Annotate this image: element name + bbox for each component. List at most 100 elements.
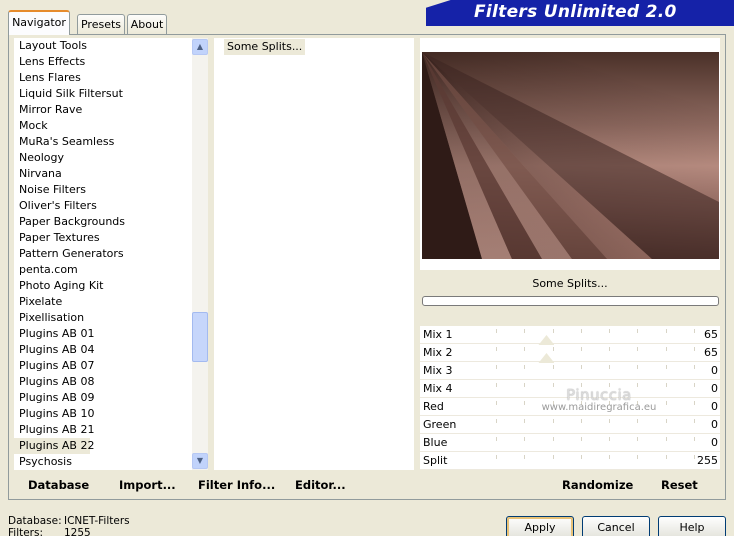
app-title: Filters Unlimited 2.0 [474,2,677,22]
category-item[interactable]: Noise Filters [14,182,192,198]
slider-label: Red [423,400,444,413]
slider-tick [580,383,582,387]
slider-tick [496,365,497,369]
slider-row[interactable]: Red 0 [420,398,720,416]
category-item[interactable]: Neology [14,150,192,166]
category-scrollbar[interactable]: ▲ ▼ [192,38,208,470]
slider-tick [580,437,582,441]
slider-row[interactable]: Mix 4 0 [420,380,720,398]
slider-tick [665,347,667,351]
category-item[interactable]: Mock [14,118,192,134]
slider-row[interactable]: Blue 0 [420,434,720,452]
scroll-down-icon[interactable]: ▼ [192,453,208,469]
scroll-up-icon[interactable]: ▲ [192,39,208,55]
slider-tick [665,419,667,423]
category-item[interactable]: Liquid Silk Filtersut [14,86,192,102]
slider-tick [694,419,695,423]
slider-row[interactable]: Mix 3 0 [420,362,720,380]
preview-filter-name: Some Splits... [420,272,720,296]
slider-label: Blue [423,436,448,449]
slider-tick [637,401,639,405]
slider-row[interactable]: Split 255 [420,452,720,470]
slider-tick [609,455,611,459]
preview-splits-graphic [422,52,719,259]
category-item[interactable]: Photo Aging Kit [14,278,192,294]
category-item[interactable]: Nirvana [14,166,192,182]
slider-value: 0 [711,364,718,377]
slider-value: 0 [711,400,718,413]
slider-label: Mix 4 [423,382,453,395]
tab-presets[interactable]: Presets [77,14,125,34]
slider-tick [496,401,497,405]
filter-info-button[interactable]: Filter Info... [198,478,275,492]
slider-label: Split [423,454,448,467]
scroll-thumb[interactable] [192,312,208,362]
slider-tick [552,329,554,333]
slider-tick [665,455,667,459]
filter-item-some-splits[interactable]: Some Splits... [224,39,306,55]
editor-button[interactable]: Editor... [295,478,346,492]
category-item[interactable]: Oliver's Filters [14,198,192,214]
slider-tick [694,347,695,351]
slider-tick [524,455,526,459]
category-item[interactable]: Paper Textures [14,230,192,246]
import-button[interactable]: Import... [119,478,176,492]
category-item[interactable]: Plugins AB 04 [14,342,192,358]
slider-tick [609,383,611,387]
category-item[interactable]: Plugins AB 07 [14,358,192,374]
slider-tick [524,347,526,351]
slider-tick [524,365,526,369]
slider-tick [637,437,639,441]
database-button[interactable]: Database [28,478,89,492]
category-item[interactable]: Plugins AB 09 [14,390,192,406]
category-item[interactable]: Pixellisation [14,310,192,326]
slider-label: Green [423,418,457,431]
category-item[interactable]: penta.com [14,262,192,278]
slider-tick [524,383,526,387]
slider-tick [552,455,554,459]
slider-label: Mix 3 [423,364,453,377]
category-item[interactable]: Plugins AB 08 [14,374,192,390]
slider-row[interactable]: Mix 2 65 [420,344,720,363]
slider-tick [637,329,639,333]
filters-label: Filters: [8,527,44,536]
category-item[interactable]: Paper Backgrounds [14,214,192,230]
slider-tick [552,437,554,441]
slider-tick [524,419,526,423]
category-item[interactable]: Pixelate [14,294,192,310]
slider-tick [694,401,695,405]
category-item[interactable]: MuRa's Seamless [14,134,192,150]
slider-tick [496,419,497,423]
slider-tick [609,419,611,423]
category-item[interactable]: Layout Tools [14,38,192,54]
filter-list[interactable]: Some Splits... [214,38,414,470]
slider-tick [637,419,639,423]
category-list[interactable]: Layout Tools Lens Effects Lens Flares Liqui… [14,38,192,470]
slider-tick [609,347,611,351]
slider-tick [580,365,582,369]
slider-tick [580,347,582,351]
tab-navigator[interactable]: Navigator [8,10,70,35]
slider-row[interactable]: Green 0 [420,416,720,434]
tab-about[interactable]: About [127,14,167,34]
category-item[interactable]: Plugins AB 21 [14,422,192,438]
slider-tick [552,347,554,351]
category-item[interactable]: Lens Effects [14,54,192,70]
apply-button[interactable]: Apply [506,516,574,536]
progress-bar [422,296,719,306]
category-item[interactable]: Pattern Generators [14,246,192,262]
category-item[interactable]: Plugins AB 10 [14,406,192,422]
help-button[interactable]: Help [658,516,726,536]
list-actions: Database Import... Filter Info... Editor… [14,474,414,496]
slider-tick [665,383,667,387]
slider-tick [552,383,554,387]
slider-row[interactable]: Mix 1 65 [420,326,720,345]
cancel-button[interactable]: Cancel [582,516,650,536]
category-item[interactable]: Lens Flares [14,70,192,86]
reset-button[interactable]: Reset [661,478,698,492]
category-item[interactable]: Mirror Rave [14,102,192,118]
category-item[interactable]: Plugins AB 01 [14,326,192,342]
category-item[interactable]: Plugins AB 22 [14,438,94,454]
randomize-button[interactable]: Randomize [562,478,633,492]
category-item[interactable]: Psychosis [14,454,192,470]
